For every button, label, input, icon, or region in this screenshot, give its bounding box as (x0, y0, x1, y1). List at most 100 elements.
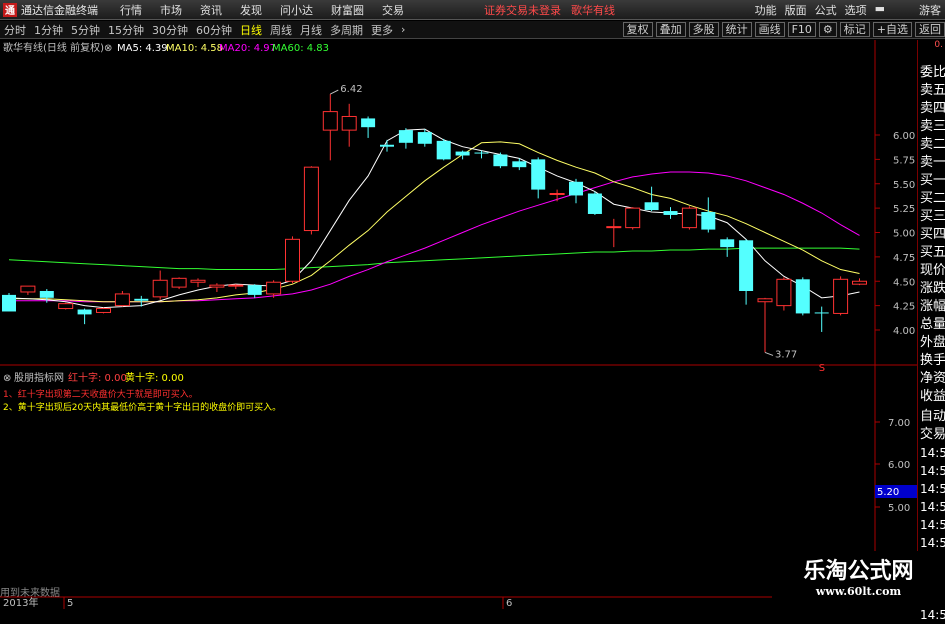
candle (398, 128, 413, 149)
candle (795, 277, 810, 316)
tick-time: 14:56 (920, 446, 945, 460)
candle-body (757, 298, 773, 303)
candle (303, 166, 319, 235)
candle (569, 178, 583, 204)
candle-body (455, 151, 470, 156)
quote-label: 现价 (920, 263, 945, 278)
price-tick-label: 5.25 (893, 204, 915, 215)
candle (228, 284, 244, 290)
menu-trade[interactable]: 交易 (382, 2, 404, 18)
price-tick-label: 4.00 (893, 326, 915, 337)
ma5-legend: MA5: 4.39 (117, 43, 168, 54)
menu-market[interactable]: 市场 (160, 2, 182, 18)
settings-icon[interactable]: ⚙ (818, 22, 837, 37)
low-pointer (764, 351, 774, 356)
add-watchlist-button[interactable]: +自选 (872, 22, 912, 37)
candle (96, 307, 111, 314)
period-multi[interactable]: 多周期 (326, 22, 367, 38)
candle-body (625, 207, 641, 229)
candle (549, 189, 565, 202)
overlay-button[interactable]: 叠加 (655, 22, 686, 37)
candle (531, 157, 546, 199)
period-60min[interactable]: 60分钟 (192, 22, 236, 38)
period-30min[interactable]: 30分钟 (148, 22, 192, 38)
menu-formula[interactable]: 公式 (815, 2, 837, 18)
settings-circle-icon[interactable]: ⊗ (104, 43, 112, 54)
menu-ask[interactable]: 问小达 (280, 2, 313, 18)
chart-area[interactable]: 歌华有线(日线 前复权) ⊗ MA5: 4.39 MA10: 4.58 MA20… (0, 40, 917, 609)
candle-body (285, 238, 300, 282)
candle (2, 292, 16, 312)
period-1min[interactable]: 1分钟 (30, 22, 67, 38)
app-title: 通达信金融终端 (21, 3, 98, 17)
title-bar: 通 通达信金融终端 行情 市场 资讯 发现 问小达 财富圈 交易 证券交易未登录… (0, 0, 945, 20)
menu-discover[interactable]: 发现 (240, 2, 262, 18)
candle-body (361, 118, 376, 128)
quote-label: 总量 (920, 317, 945, 332)
statistics-button[interactable]: 统计 (721, 22, 752, 37)
indicator-settings-icon[interactable]: ⊗ (3, 373, 11, 384)
candle-body (474, 152, 489, 154)
candle-body (531, 159, 546, 190)
month-tick-5: 5 (67, 598, 73, 609)
candle (739, 239, 754, 305)
candle (247, 284, 262, 298)
candle-body (247, 285, 262, 295)
period-daily[interactable]: 日线 (236, 22, 266, 38)
menu-quotes[interactable]: 行情 (120, 2, 142, 18)
minimize-icon[interactable]: ▬ (875, 2, 885, 18)
menu-options[interactable]: 选项 (845, 2, 867, 18)
candle (285, 236, 300, 284)
menu-news[interactable]: 资讯 (200, 2, 222, 18)
candle (814, 306, 829, 332)
kline-chart-svg[interactable]: 歌华有线(日线 前复权) ⊗ MA5: 4.39 MA10: 4.58 MA20… (0, 40, 917, 609)
candle-body (852, 280, 867, 285)
adjust-button[interactable]: 复权 (622, 22, 653, 37)
quote-label: 买二 (920, 191, 945, 206)
chevron-right-icon[interactable]: › (397, 23, 409, 36)
quote-label: 涨跌 (920, 281, 945, 296)
login-warning[interactable]: 证券交易未登录 (484, 2, 561, 18)
quote-label: 委比 (920, 65, 945, 80)
period-weekly[interactable]: 周线 (266, 22, 296, 38)
menu-function[interactable]: 功能 (755, 2, 777, 18)
price-axis: 6.00 5.75 5.50 5.25 5.00 4.75 4.50 4.25 4.00 (875, 131, 915, 337)
price-tick-label: 6.00 (893, 131, 915, 142)
period-monthly[interactable]: 月线 (296, 22, 326, 38)
candle-body (2, 294, 16, 312)
back-button[interactable]: 返回 (915, 22, 945, 37)
period-more[interactable]: 更多 (367, 22, 397, 38)
candle-body (20, 285, 36, 293)
candle-body (77, 309, 92, 315)
candle (361, 116, 376, 138)
quote-label: 卖二 (920, 137, 945, 152)
draw-line-button[interactable]: 画线 (754, 22, 785, 37)
quote-label: 买四 (920, 227, 945, 242)
mark-button[interactable]: 标记 (839, 22, 870, 37)
tick-time: 14:56 (920, 500, 945, 514)
candle-body (228, 284, 244, 287)
multi-stock-button[interactable]: 多股 (688, 22, 719, 37)
ma10-legend: MA10: 4.58 (166, 43, 223, 54)
stock-label: 歌华有线(日线 前复权) (3, 41, 104, 54)
f10-button[interactable]: F10 (787, 22, 816, 37)
quote-side-panel: 0. 委比 卖五 卖四 卖三 卖二 卖一 买一 买二 买三 买四 买五 现价 涨跌 涨幅 总量 外盘 换手 净资收… (917, 40, 945, 622)
trade-label[interactable]: 自动 (918, 408, 945, 426)
indicator-note-1: 1、红十字出现第二天收盘价大于就是即可买入。 (3, 388, 198, 400)
candle (776, 277, 792, 311)
price-tick-label: 4.25 (893, 302, 915, 313)
trade-label[interactable]: 交易 (918, 426, 945, 444)
candle-body (795, 279, 810, 314)
period-5min[interactable]: 5分钟 (67, 22, 104, 38)
menu-wealth[interactable]: 财富圈 (331, 2, 364, 18)
app-logo-icon: 通 (3, 2, 17, 17)
period-intraday[interactable]: 分时 (0, 22, 30, 38)
panel-corner-value: 0. (934, 40, 943, 50)
period-15min[interactable]: 15分钟 (104, 22, 148, 38)
menu-layout[interactable]: 版面 (785, 2, 807, 18)
indicator-axis: 7.00 6.00 5.00 (875, 418, 910, 514)
candle (493, 152, 508, 169)
high-pointer (330, 89, 339, 95)
user-label[interactable]: 游客 (919, 2, 941, 18)
quote-label: 涨幅 (920, 299, 945, 314)
